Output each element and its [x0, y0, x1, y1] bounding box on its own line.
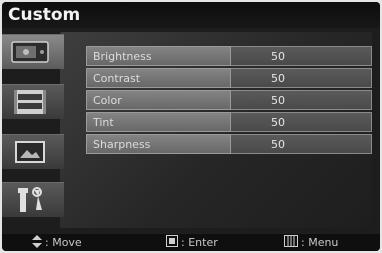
photo-icon: [8, 137, 52, 167]
osd-screen: { "title": "Custom", "settings": [ {"lab…: [0, 0, 382, 253]
tools-icon: [8, 185, 52, 215]
page-title: Custom: [2, 2, 380, 28]
setting-value: 50: [231, 46, 372, 66]
hint-menu: : Menu: [284, 235, 338, 250]
setting-row-sharpness[interactable]: Sharpness 50: [86, 134, 372, 154]
setting-value: 50: [231, 134, 372, 154]
footer-hints: : Move : Enter : Menu: [2, 234, 380, 251]
setting-row-brightness[interactable]: Brightness 50: [86, 46, 372, 66]
sidebar-item-photo[interactable]: [2, 134, 64, 169]
setting-label: Tint: [86, 112, 231, 132]
menu-button-icon: [284, 235, 298, 250]
hint-menu-label: : Menu: [301, 236, 339, 249]
setting-value: 50: [231, 68, 372, 88]
film-strip-icon: [8, 87, 52, 117]
setting-value: 50: [231, 112, 372, 132]
sidebar-item-film[interactable]: [2, 84, 64, 119]
setting-row-tint[interactable]: Tint 50: [86, 112, 372, 132]
setting-label: Color: [86, 90, 231, 110]
picture-input-icon: [8, 37, 52, 67]
enter-button-icon: [166, 235, 178, 250]
up-down-arrow-icon: [32, 234, 42, 251]
setting-label: Contrast: [86, 68, 231, 88]
hint-move: : Move: [32, 234, 82, 251]
setting-row-color[interactable]: Color 50: [86, 90, 372, 110]
setting-label: Brightness: [86, 46, 231, 66]
sidebar-item-tools[interactable]: [2, 182, 64, 217]
setting-value: 50: [231, 90, 372, 110]
setting-label: Sharpness: [86, 134, 231, 154]
hint-enter-label: : Enter: [181, 236, 218, 249]
sidebar-item-picture[interactable]: [2, 34, 64, 69]
setting-row-contrast[interactable]: Contrast 50: [86, 68, 372, 88]
osd-window: { "title": "Custom", "settings": [ {"lab…: [2, 2, 380, 251]
hint-move-label: : Move: [45, 236, 82, 249]
hint-enter: : Enter: [166, 235, 218, 250]
